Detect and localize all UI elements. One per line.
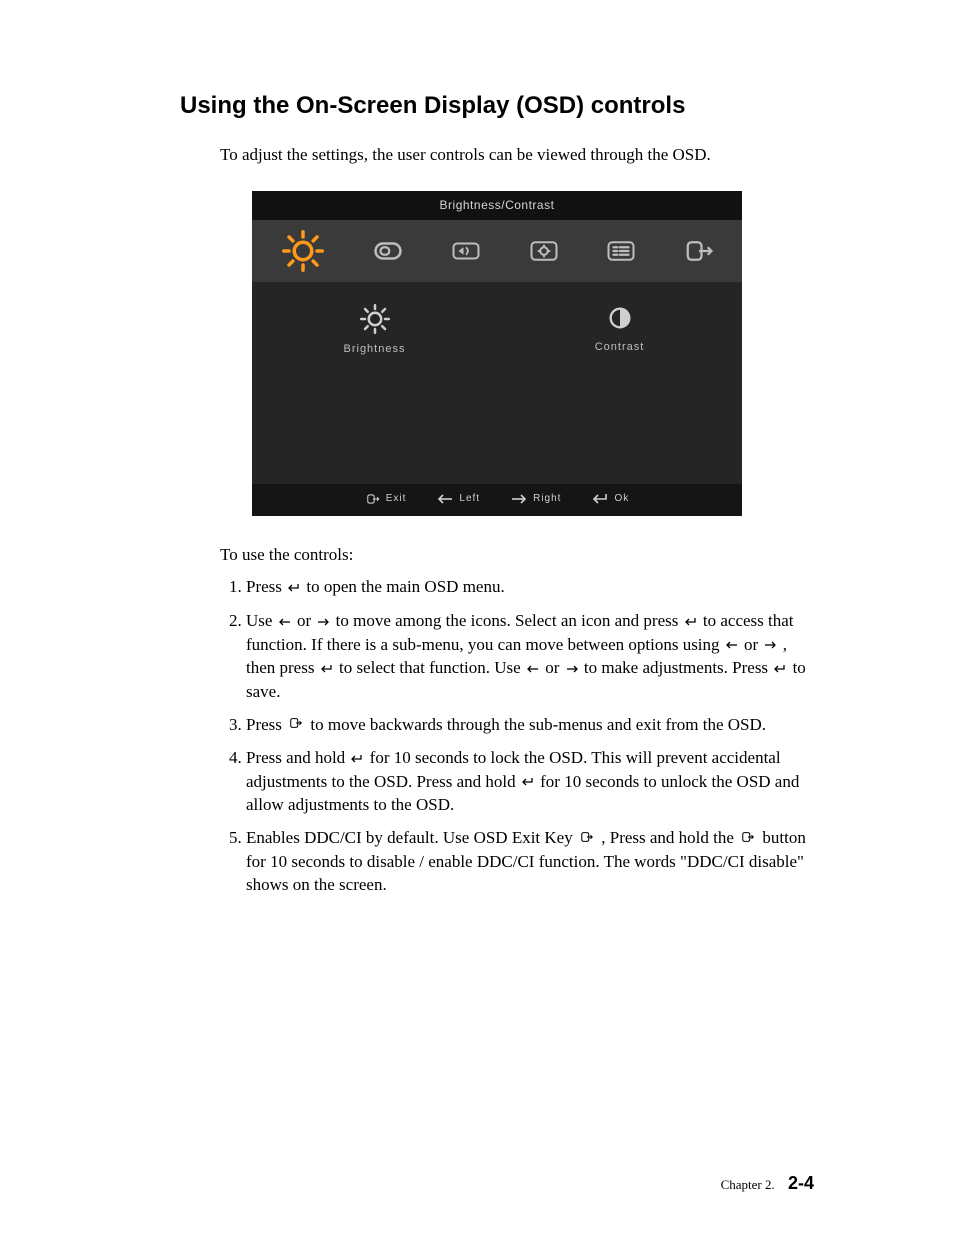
exit-icon [288, 714, 304, 737]
osd-footer: Exit Left Right Ok [252, 484, 742, 516]
osd-option-contrast-label: Contrast [595, 341, 645, 353]
left-arrow-icon [279, 611, 291, 634]
enter-icon [522, 771, 534, 794]
enter-icon [685, 611, 697, 634]
left-arrow-icon [726, 634, 738, 657]
section-heading: Using the On-Screen Display (OSD) contro… [180, 90, 814, 122]
right-arrow-icon [764, 634, 776, 657]
osd-ok-hint: Ok [591, 491, 629, 507]
osd-tab-row [252, 220, 742, 282]
exit-icon [740, 828, 756, 851]
tab-image-icon[interactable] [446, 236, 486, 266]
enter-icon [774, 658, 786, 681]
tab-menu-icon[interactable] [601, 236, 641, 266]
tab-position-icon[interactable] [368, 236, 408, 266]
osd-title: Brightness/Contrast [252, 191, 742, 219]
osd-exit-hint: Exit [365, 491, 407, 507]
step-3: Press to move backwards through the sub-… [246, 714, 814, 738]
page-footer: Chapter 2. 2-4 [721, 1171, 814, 1195]
step-1: Press to open the main OSD menu. [246, 576, 814, 600]
chapter-label: Chapter 2. [721, 1177, 775, 1192]
osd-option-contrast[interactable]: Contrast [497, 304, 742, 357]
tab-exit-icon[interactable] [681, 236, 717, 266]
tab-brightness-icon[interactable] [282, 230, 324, 272]
exit-icon [579, 828, 595, 851]
right-arrow-icon [317, 611, 329, 634]
right-arrow-icon [566, 658, 578, 681]
howto-label: To use the controls: [220, 544, 814, 567]
osd-option-brightness[interactable]: Brightness [252, 304, 497, 357]
osd-panel: Brightness/Contrast [252, 191, 742, 515]
osd-left-hint: Left [436, 491, 480, 507]
osd-option-brightness-label: Brightness [344, 343, 406, 355]
tab-options-icon[interactable] [524, 236, 564, 266]
page-number: 2-4 [788, 1173, 814, 1193]
enter-icon [288, 577, 300, 600]
step-4: Press and hold for 10 seconds to lock th… [246, 747, 814, 817]
step-5: Enables DDC/CI by default. Use OSD Exit … [246, 827, 814, 896]
enter-icon [351, 748, 363, 771]
left-arrow-icon [527, 658, 539, 681]
step-2: Use or to move among the icons. Select a… [246, 610, 814, 704]
steps-list: Press to open the main OSD menu. Use or … [220, 576, 814, 896]
intro-text: To adjust the settings, the user control… [220, 144, 814, 167]
osd-right-hint: Right [510, 491, 561, 507]
enter-icon [321, 658, 333, 681]
